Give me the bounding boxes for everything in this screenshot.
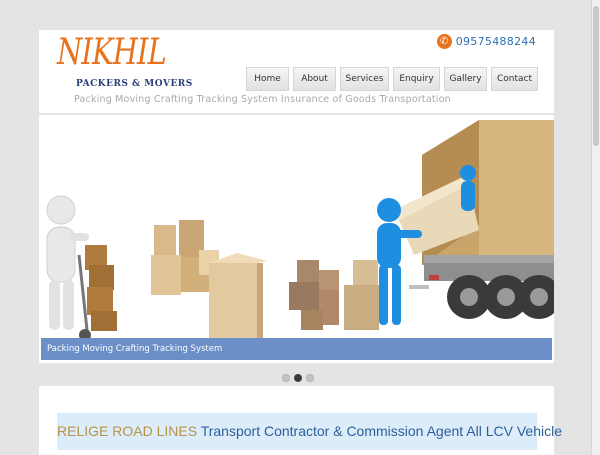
logo-subtitle: PACKERS & MOVERS (76, 79, 193, 89)
company-banner: RELIGE ROAD LINES Transport Contractor &… (57, 413, 562, 450)
nav-gallery[interactable]: Gallery (444, 67, 487, 91)
nav-enquiry[interactable]: Enquiry (393, 67, 440, 91)
main-nav: Home About Services Enquiry Gallery Cont… (246, 67, 538, 91)
slider-dot-3[interactable] (306, 374, 314, 382)
white-mover-figure (46, 195, 117, 341)
phone-contact[interactable]: ✆ 09575488244 (436, 34, 536, 49)
hero-illustration (46, 120, 554, 341)
scrollbar-thumb[interactable] (593, 6, 599, 146)
banner-company-name: RELIGE ROAD LINES (57, 423, 198, 439)
logo-wordmark[interactable]: NIKHIL (57, 32, 167, 73)
site-header: NIKHIL PACKERS & MOVERS Packing Moving C… (39, 30, 554, 113)
cardboard-boxes (151, 220, 379, 338)
page-scrollbar[interactable] (591, 0, 600, 455)
nav-services[interactable]: Services (340, 67, 389, 91)
nav-home[interactable]: Home (246, 67, 289, 91)
site-tagline: Packing Moving Crafting Tracking System … (74, 94, 451, 105)
slider-dot-2[interactable] (294, 374, 302, 382)
hero-slider[interactable]: Packing Moving Crafting Tracking System (39, 115, 554, 363)
nav-about[interactable]: About (293, 67, 336, 91)
banner-description: Transport Contractor & Commission Agent … (200, 423, 562, 439)
slider-dot-1[interactable] (282, 374, 290, 382)
phone-icon: ✆ (436, 34, 452, 49)
nav-contact[interactable]: Contact (491, 67, 538, 91)
slide-caption: Packing Moving Crafting Tracking System (41, 338, 552, 360)
slider-pagination (282, 374, 314, 382)
phone-number[interactable]: 09575488244 (456, 35, 536, 48)
